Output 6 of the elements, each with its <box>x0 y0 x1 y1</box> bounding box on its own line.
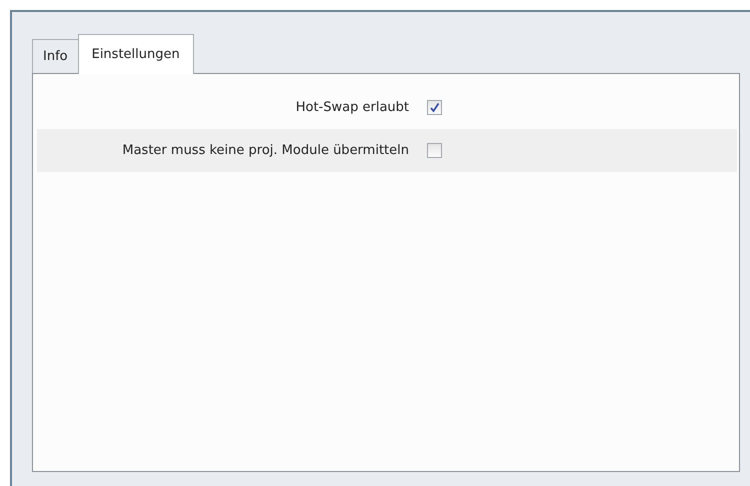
checkbox[interactable] <box>427 143 442 158</box>
tab[interactable]: Info <box>32 39 79 73</box>
checkbox[interactable] <box>427 100 442 115</box>
setting-label: Hot-Swap erlaubt <box>294 100 409 115</box>
setting-label: Master muss keine proj. Module übermitteln <box>121 143 409 158</box>
tab[interactable]: Einstellungen <box>78 34 194 74</box>
